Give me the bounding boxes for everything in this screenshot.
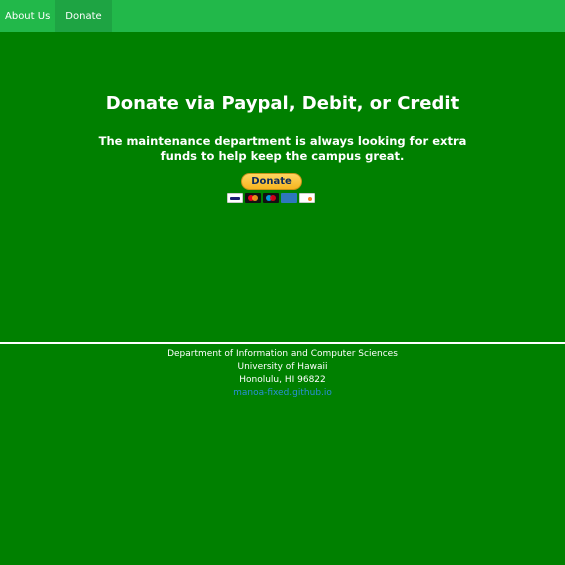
footer-university: University of Hawaii bbox=[237, 362, 328, 372]
footer-site-link[interactable]: manoa-fixed.github.io bbox=[0, 387, 565, 400]
top-navbar: About Us Donate bbox=[0, 0, 565, 32]
footer-department: Department of Information and Computer S… bbox=[167, 349, 398, 359]
page-title: Donate via Paypal, Debit, or Credit bbox=[105, 93, 460, 114]
paypal-donate-button[interactable]: Donate bbox=[241, 173, 302, 190]
nav-item-donate[interactable]: Donate bbox=[55, 0, 112, 32]
discover-card-icon bbox=[299, 193, 315, 203]
maestro-card-icon bbox=[263, 193, 279, 203]
footer-divider bbox=[0, 342, 565, 344]
footer: Department of Information and Computer S… bbox=[0, 348, 565, 400]
donation-description: The maintenance department is always loo… bbox=[98, 134, 467, 163]
visa-card-icon bbox=[227, 193, 243, 203]
nav-item-about-us[interactable]: About Us bbox=[0, 0, 55, 32]
footer-address: Honolulu, HI 96822 bbox=[239, 375, 326, 385]
payment-card-icons bbox=[227, 193, 315, 203]
mastercard-icon bbox=[245, 193, 261, 203]
amex-card-icon bbox=[281, 193, 297, 203]
